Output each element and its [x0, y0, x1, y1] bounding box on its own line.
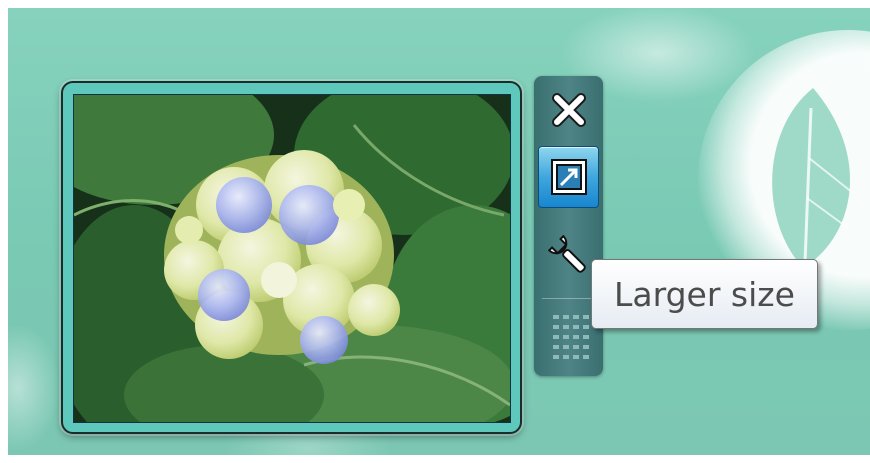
slide-show-gadget[interactable] [61, 81, 522, 434]
tooltip-text: Larger size [614, 274, 795, 314]
photo-image [74, 95, 510, 422]
larger-size-button[interactable] [538, 146, 599, 208]
options-button[interactable] [538, 228, 599, 284]
gadget-toolbar [534, 76, 603, 376]
wrench-icon [547, 234, 586, 273]
toolbar-divider [542, 298, 595, 299]
resize-icon [550, 159, 587, 195]
hydrangea-photo [73, 94, 511, 423]
drag-grip-icon [552, 315, 589, 359]
larger-size-tooltip: Larger size [591, 259, 818, 329]
desktop-background [8, 8, 870, 455]
drag-handle[interactable] [538, 304, 599, 370]
close-button[interactable] [538, 82, 599, 138]
close-icon [551, 93, 586, 127]
